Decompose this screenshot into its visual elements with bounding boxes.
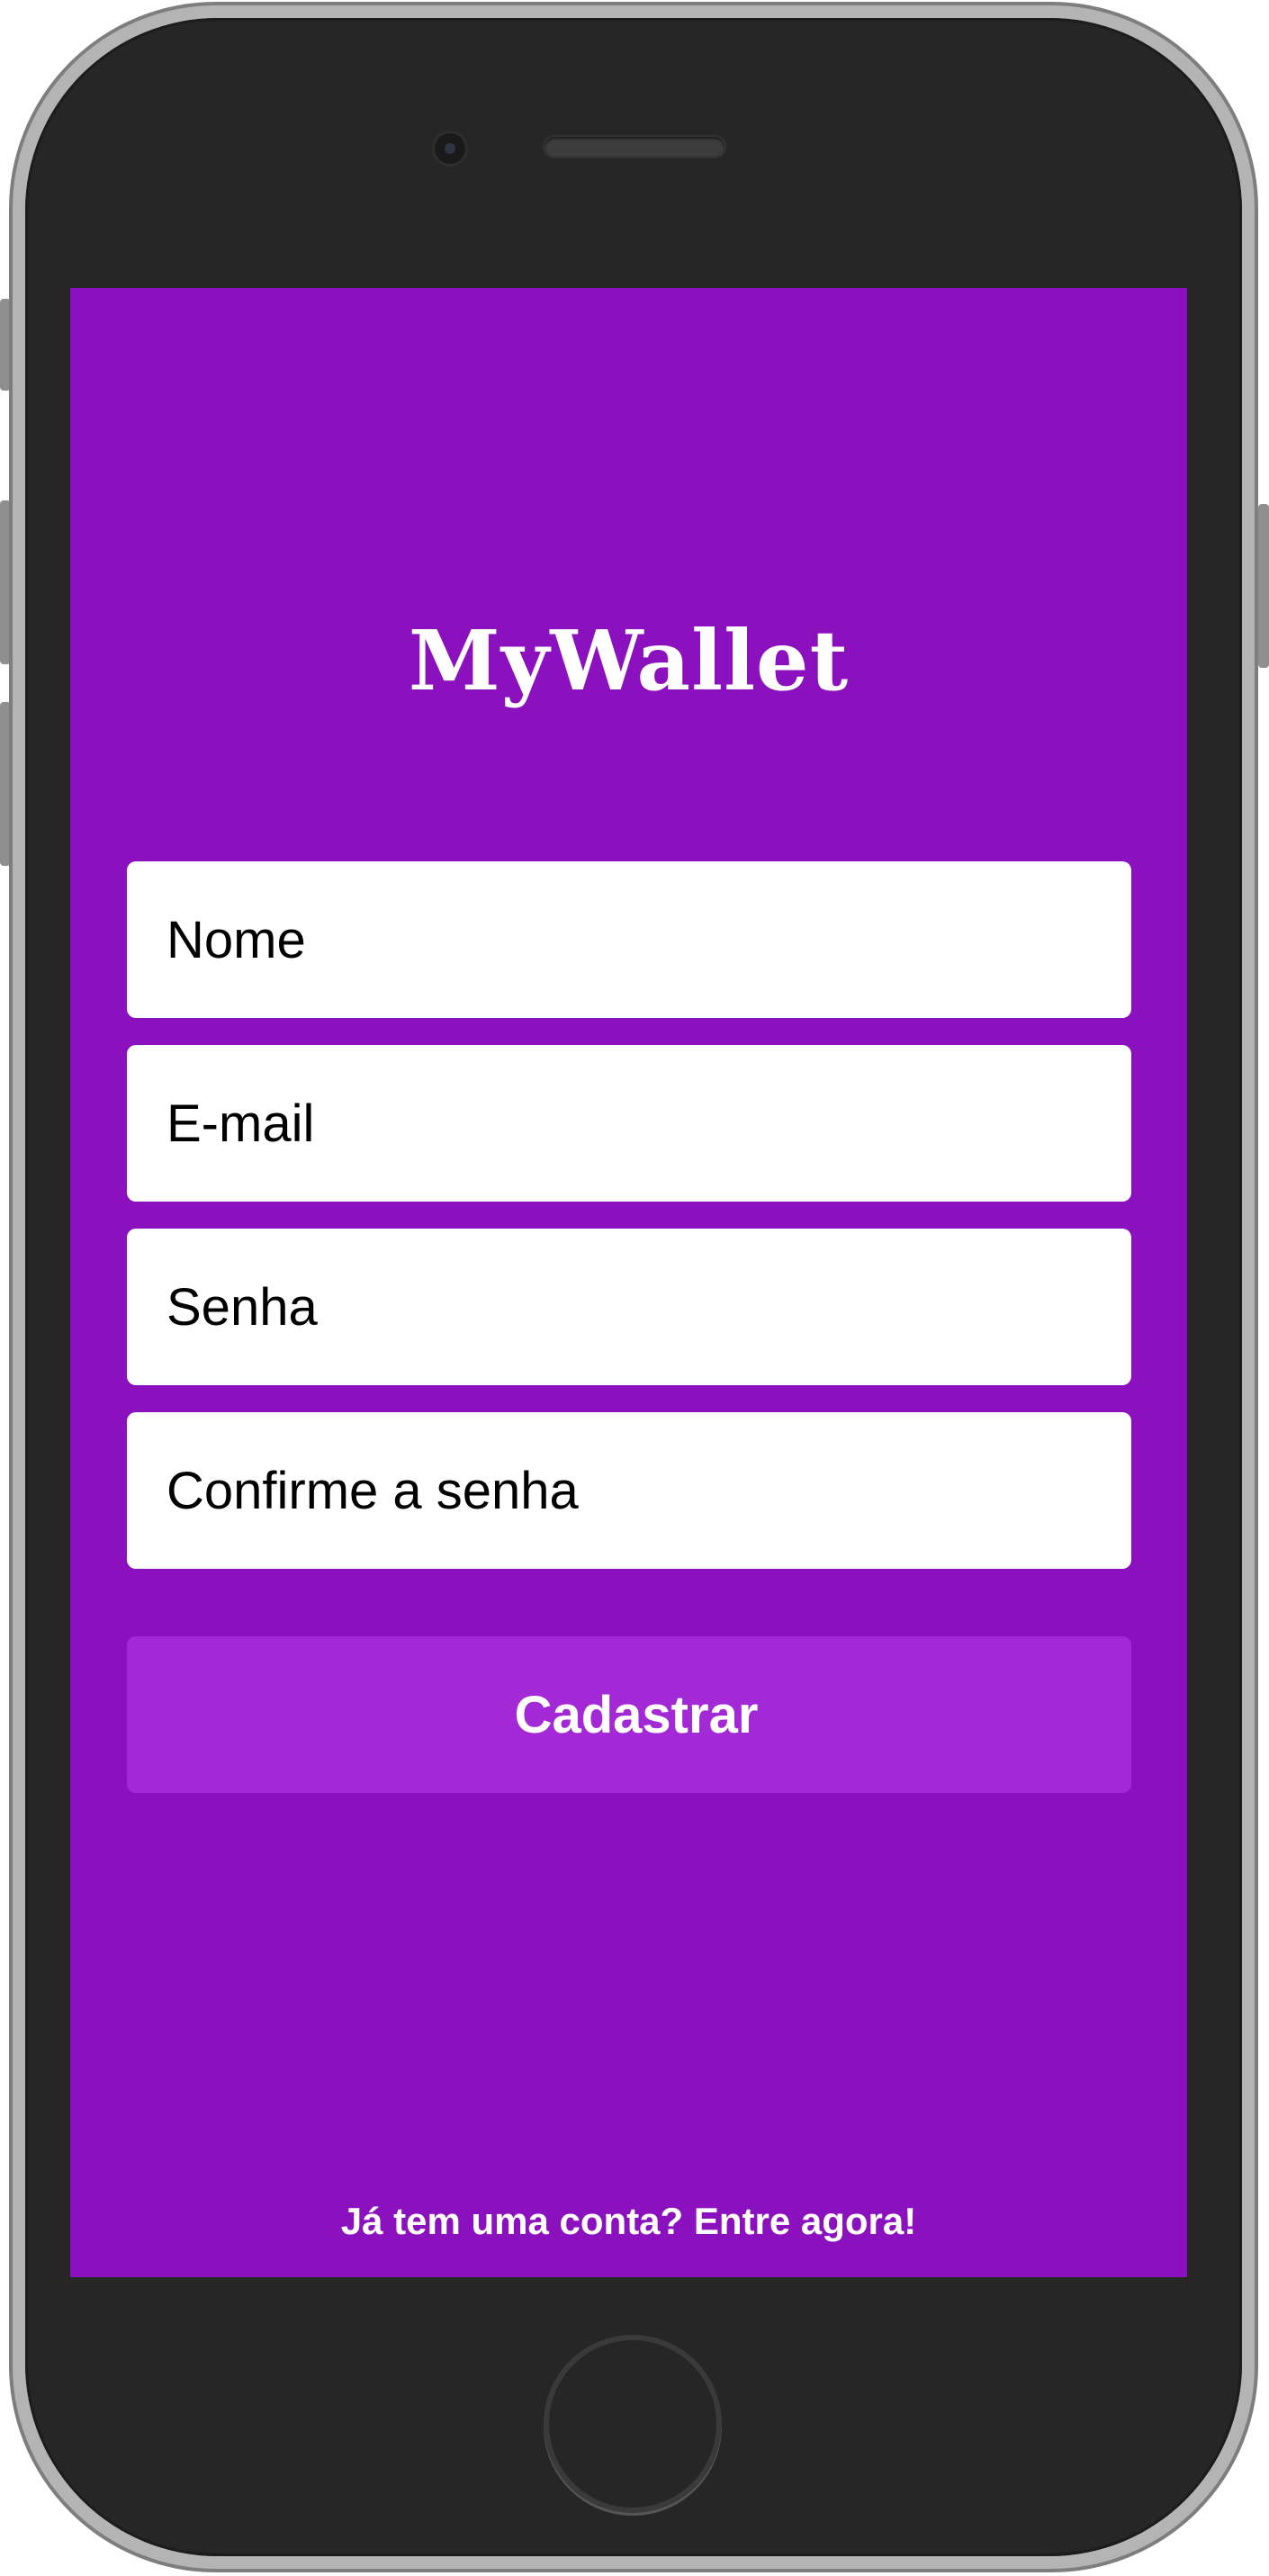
name-field[interactable]	[127, 861, 1131, 1018]
power-button	[1258, 504, 1269, 668]
front-camera-icon	[435, 133, 465, 164]
app-screen: MyWallet Cadastrar Já tem uma conta? Ent…	[70, 288, 1187, 2277]
home-button-icon[interactable]	[544, 2335, 722, 2513]
login-link[interactable]: Já tem uma conta? Entre agora!	[70, 2200, 1187, 2243]
earpiece-speaker-icon	[544, 137, 724, 157]
app-logo: MyWallet	[408, 612, 850, 709]
email-field[interactable]	[127, 1045, 1131, 1202]
password-field[interactable]	[127, 1229, 1131, 1385]
confirm-password-field[interactable]	[127, 1412, 1131, 1569]
register-button[interactable]: Cadastrar	[127, 1636, 1131, 1793]
